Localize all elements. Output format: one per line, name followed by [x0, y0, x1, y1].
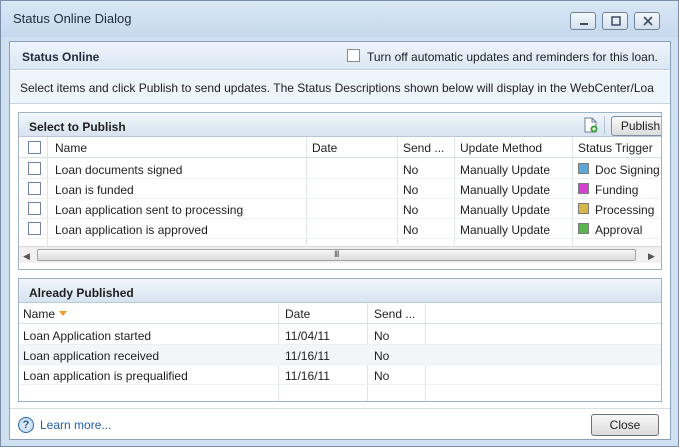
instructions-text: Select items and click Publish to send u…	[20, 81, 654, 95]
col-status-trigger[interactable]: Status Trigger	[578, 141, 653, 155]
row-send: No	[374, 369, 390, 383]
status-color-swatch	[578, 183, 589, 194]
title-bar: Status Online Dialog	[1, 1, 678, 37]
table-row[interactable]: Loan application is prequalified 11/16/1…	[19, 365, 661, 385]
row-name: Loan application received	[23, 349, 160, 363]
col-date[interactable]: Date	[285, 307, 310, 321]
row-method: Manually Update	[460, 163, 551, 177]
publish-button[interactable]: Publish	[611, 116, 661, 136]
auto-updates-checkbox[interactable]	[347, 49, 360, 62]
col-name[interactable]: Name	[23, 307, 55, 321]
learn-more-link[interactable]: Learn more...	[40, 418, 111, 432]
status-online-dialog: Status Online Dialog Status Online Turn …	[0, 0, 679, 447]
status-color-swatch	[578, 163, 589, 174]
select-to-publish-header: Select to Publish Publish	[19, 113, 661, 137]
table-row[interactable]: Loan application is approved No Manually…	[19, 219, 661, 239]
new-document-icon[interactable]	[584, 117, 598, 133]
row-trigger: Processing	[595, 203, 655, 217]
row-date: 11/04/11	[285, 329, 330, 343]
help-icon[interactable]: ?	[18, 417, 34, 433]
row-method: Manually Update	[460, 183, 551, 197]
row-send: No	[403, 183, 419, 197]
row-trigger: Doc Signing	[595, 163, 660, 177]
maximize-button[interactable]	[602, 12, 628, 30]
table-row[interactable]: Loan Application started 11/04/11 No	[19, 325, 661, 345]
row-send: No	[374, 329, 390, 343]
select-all-checkbox[interactable]	[28, 141, 41, 154]
sort-descending-icon	[59, 311, 67, 316]
scroll-left-arrow-icon[interactable]: ◀	[23, 251, 30, 262]
row-send: No	[403, 203, 419, 217]
dialog-body: Status Online Turn off automatic updates…	[9, 41, 671, 440]
minimize-button[interactable]	[570, 12, 596, 30]
table-row[interactable]: Loan documents signed No Manually Update…	[19, 159, 661, 179]
row-name: Loan application is prequalified	[23, 369, 188, 383]
status-color-swatch	[578, 223, 589, 234]
row-name: Loan documents signed	[55, 163, 183, 177]
row-name: Loan application sent to processing	[55, 203, 244, 217]
select-to-publish-panel: Select to Publish Publish Name Date Send…	[18, 112, 662, 270]
row-date: 11/16/11	[285, 349, 330, 363]
horizontal-scrollbar[interactable]: ◀ III ▶	[19, 246, 661, 263]
close-icon	[643, 16, 653, 26]
toolbar-separator	[604, 116, 605, 134]
col-send[interactable]: Send ...	[374, 307, 415, 321]
window-close-button[interactable]	[634, 12, 660, 30]
col-date[interactable]: Date	[312, 141, 337, 155]
row-name: Loan Application started	[23, 329, 152, 343]
select-table-header: Name Date Send ... Update Method Status …	[19, 137, 661, 158]
scroll-grip: III	[334, 249, 339, 259]
window-title: Status Online Dialog	[13, 11, 132, 26]
already-published-panel: Already Published Name Date Send ... Loa…	[18, 278, 662, 402]
row-method: Manually Update	[460, 203, 551, 217]
published-table-header: Name Date Send ...	[19, 303, 661, 324]
row-checkbox[interactable]	[28, 182, 41, 195]
auto-updates-label: Turn off automatic updates and reminders…	[367, 50, 658, 64]
scroll-right-arrow-icon[interactable]: ▶	[648, 251, 655, 262]
row-send: No	[403, 163, 419, 177]
status-color-swatch	[578, 203, 589, 214]
panel-title: Select to Publish	[29, 120, 126, 134]
scroll-thumb[interactable]: III	[37, 249, 636, 261]
row-send: No	[374, 349, 390, 363]
col-send[interactable]: Send ...	[403, 141, 444, 155]
section-title: Status Online	[22, 50, 100, 64]
table-row[interactable]: Loan application sent to processing No M…	[19, 199, 661, 219]
maximize-icon	[611, 16, 621, 26]
row-name: Loan is funded	[55, 183, 134, 197]
already-published-header: Already Published	[19, 279, 661, 303]
instructions-bar: Select items and click Publish to send u…	[10, 71, 670, 104]
panel-title: Already Published	[29, 286, 134, 300]
row-checkbox[interactable]	[28, 202, 41, 215]
row-trigger: Approval	[595, 223, 643, 237]
close-button[interactable]: Close	[591, 414, 659, 436]
dialog-footer: ? Learn more... Close	[10, 408, 670, 439]
row-method: Manually Update	[460, 223, 551, 237]
row-send: No	[403, 223, 419, 237]
minimize-icon	[580, 23, 588, 25]
status-online-header: Status Online Turn off automatic updates…	[10, 42, 670, 70]
row-trigger: Funding	[595, 183, 639, 197]
table-row[interactable]: Loan is funded No Manually Update Fundin…	[19, 179, 661, 199]
table-row[interactable]: Loan application received 11/16/11 No	[19, 345, 661, 365]
col-update-method[interactable]: Update Method	[460, 141, 542, 155]
col-name[interactable]: Name	[55, 141, 87, 155]
row-checkbox[interactable]	[28, 222, 41, 235]
row-name: Loan application is approved	[55, 223, 208, 237]
row-date: 11/16/11	[285, 369, 330, 383]
row-checkbox[interactable]	[28, 162, 41, 175]
